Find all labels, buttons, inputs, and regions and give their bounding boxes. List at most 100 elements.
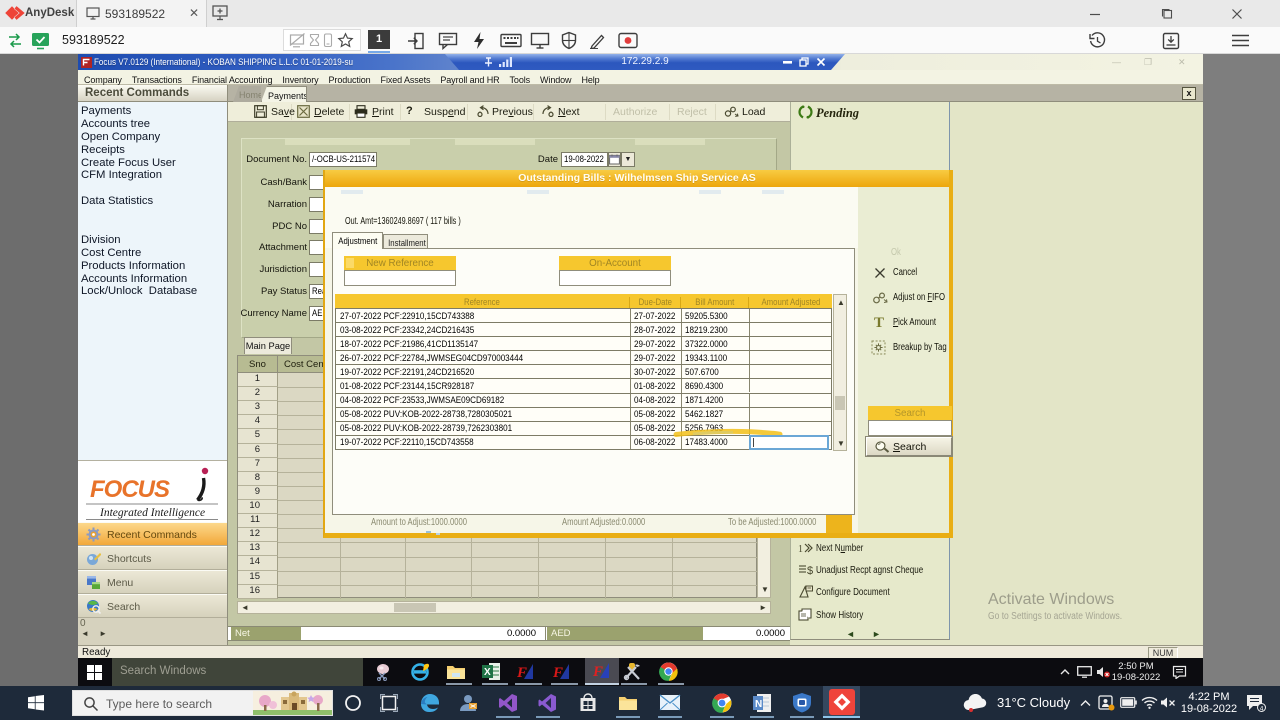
recent-command-item[interactable]: Create Focus User <box>81 157 226 170</box>
bill-row[interactable]: 03-08-2022 PCF:23342,24CD216435 28-07-20… <box>335 322 832 337</box>
pick-amount-button[interactable]: Pick Amount <box>893 317 936 328</box>
new-session-button[interactable] <box>212 5 230 21</box>
print-button[interactable]: Print <box>354 105 409 119</box>
grid-row-number[interactable]: 4 <box>238 415 278 429</box>
grid-row-number[interactable]: 11 <box>238 514 278 528</box>
grid-row-number[interactable]: 13 <box>238 542 278 556</box>
focus-restore-button[interactable]: ❐ <box>1144 58 1152 67</box>
breakup-by-tag-button[interactable]: Breakup by Tag <box>893 342 947 353</box>
recent-command-item[interactable]: Payments <box>81 105 226 118</box>
remote-notification-icon[interactable] <box>1172 665 1187 679</box>
favorite-star-icon[interactable] <box>337 32 354 49</box>
grid-col-sno[interactable]: Sno <box>238 356 278 373</box>
nav-shortcuts-button[interactable]: Shortcuts <box>78 546 227 570</box>
scroll-up-icon[interactable]: ▲ <box>837 297 845 308</box>
bill-amount-adjusted-cell[interactable] <box>749 309 832 322</box>
recent-command-item[interactable]: Accounts Information <box>81 273 226 286</box>
snipping-tool-icon[interactable] <box>375 663 393 681</box>
unadjust-command[interactable]: Unadjust Recpt agnst Cheque <box>816 565 923 576</box>
bills-scrollbar[interactable]: ▲ ▼ <box>833 294 847 451</box>
dialog-titlebar[interactable]: Outstanding Bills : Wilhelmsen Ship Serv… <box>325 170 949 187</box>
tray-contact-icon[interactable] <box>1098 695 1115 711</box>
whiteboard-icon[interactable] <box>589 32 606 49</box>
switch-sides-icon[interactable] <box>6 32 24 49</box>
focus-taskbar-icon[interactable]: F <box>552 662 572 681</box>
store-icon[interactable] <box>578 693 598 713</box>
menu-item[interactable]: Transactions <box>127 72 187 85</box>
rdp-minimize-icon[interactable] <box>783 61 792 65</box>
amount-adjusted-focused-input[interactable] <box>749 435 829 450</box>
suspend-button[interactable]: ? Suspend <box>406 105 484 119</box>
remote-clock[interactable]: 2:50 PM19-08-2022 <box>1108 661 1164 683</box>
tab-adjustment[interactable]: Adjustment <box>332 232 383 249</box>
recent-command-item[interactable] <box>81 182 226 195</box>
display-icon[interactable] <box>530 32 550 49</box>
adjust-on-fifo-button[interactable]: Adjust on FIFO <box>893 292 945 303</box>
remote-tray-display-icon[interactable] <box>1077 666 1092 678</box>
bill-row[interactable]: 01-08-2022 PCF:23144,15CR928187 01-08-20… <box>335 378 832 393</box>
main-page-tab[interactable]: Main Page <box>244 337 292 354</box>
reject-button[interactable]: Reject <box>677 105 717 119</box>
scroll-down-icon[interactable]: ▼ <box>761 584 769 595</box>
mail-icon[interactable] <box>659 694 681 711</box>
focus-taskbar-icon[interactable]: F <box>516 662 536 681</box>
bill-amount-adjusted-cell[interactable] <box>749 337 832 350</box>
grid-row-number[interactable]: 8 <box>238 472 278 486</box>
bill-amount-adjusted-cell[interactable] <box>749 408 832 421</box>
record-icon[interactable] <box>618 32 638 49</box>
recent-command-item[interactable]: Products Information <box>81 260 226 273</box>
menu-icon[interactable] <box>1231 33 1250 48</box>
internet-explorer-icon[interactable] <box>410 662 430 682</box>
bill-row[interactable]: 18-07-2022 PCF:21986,41CD1135147 29-07-2… <box>335 336 832 351</box>
menu-item[interactable]: Tools <box>505 72 536 85</box>
dialog-search-button[interactable]: Search <box>866 437 952 456</box>
recent-command-item[interactable] <box>81 208 226 221</box>
new-reference-input[interactable] <box>344 270 456 286</box>
col-due-date[interactable]: Due-Date <box>629 297 680 308</box>
nav-search-button[interactable]: Search <box>78 594 227 618</box>
monitor-1-button[interactable]: 1 <box>368 30 390 49</box>
document-no-field[interactable]: /-OCB-US-211574 <box>309 152 377 167</box>
actions-icon[interactable] <box>472 31 486 50</box>
visual-studio-icon[interactable] <box>498 693 518 713</box>
grid-row-number[interactable]: 7 <box>238 458 278 472</box>
user-rdp-icon[interactable] <box>458 693 478 713</box>
admin-tools-icon[interactable] <box>622 662 642 681</box>
anydesk-taskbar-slot[interactable] <box>823 686 860 718</box>
grid-row-number[interactable]: 9 <box>238 486 278 500</box>
configure-document-command[interactable]: Configure Document <box>816 587 890 598</box>
search-highlight-image[interactable] <box>253 691 332 715</box>
panel-prev-arrow[interactable]: ◄ <box>846 629 855 639</box>
scroll-down-icon[interactable]: ▼ <box>837 438 845 449</box>
focus-taskbar-icon-active[interactable]: F <box>585 658 619 683</box>
scroll-right-icon[interactable]: ► <box>759 602 767 613</box>
recent-command-item[interactable]: Lock/Unlock Database <box>81 285 226 298</box>
session-tab[interactable]: 593189522 ✕ <box>76 0 207 27</box>
recent-command-item[interactable]: Receipts <box>81 144 226 157</box>
bill-amount-adjusted-cell[interactable] <box>749 365 832 378</box>
close-session-tab-icon[interactable]: ✕ <box>189 6 199 20</box>
bill-amount-adjusted-cell[interactable] <box>749 323 832 336</box>
rdp-connection-bar[interactable]: 172.29.2.9 <box>445 54 845 70</box>
bill-amount-adjusted-cell[interactable] <box>749 394 832 407</box>
local-clock[interactable]: 4:22 PM19-08-2022 <box>1180 691 1238 715</box>
defender-icon[interactable] <box>792 692 812 713</box>
close-window-button[interactable] <box>1230 7 1244 21</box>
bill-row[interactable]: 05-08-2022 PUV:KOB-2022-28738,7280305021… <box>335 407 832 422</box>
menu-item[interactable]: Payroll and HR <box>435 72 504 85</box>
menu-item[interactable]: Fixed Assets <box>376 72 436 85</box>
grid-row-number[interactable]: 3 <box>238 401 278 415</box>
next-button[interactable]: Next <box>541 105 589 119</box>
col-bill-amount[interactable]: Bill Amount <box>680 297 748 308</box>
excel-icon[interactable]: X <box>482 662 501 681</box>
bill-row[interactable]: 27-07-2022 PCF:22910,15CD743388 27-07-20… <box>335 308 832 323</box>
grid-row-number[interactable]: 15 <box>238 571 278 585</box>
accept-files-icon[interactable] <box>1162 32 1180 50</box>
weather-label[interactable]: 31°C Cloudy <box>997 695 1070 710</box>
menu-item[interactable]: Help <box>576 72 604 85</box>
bill-amount-adjusted-cell[interactable] <box>749 351 832 364</box>
grid-row-number[interactable]: 16 <box>238 585 278 599</box>
grid-horizontal-scrollbar[interactable]: ◄ ► <box>237 601 771 614</box>
next-number-command[interactable]: Next Number <box>816 543 863 554</box>
recent-command-item[interactable]: Accounts tree <box>81 118 226 131</box>
